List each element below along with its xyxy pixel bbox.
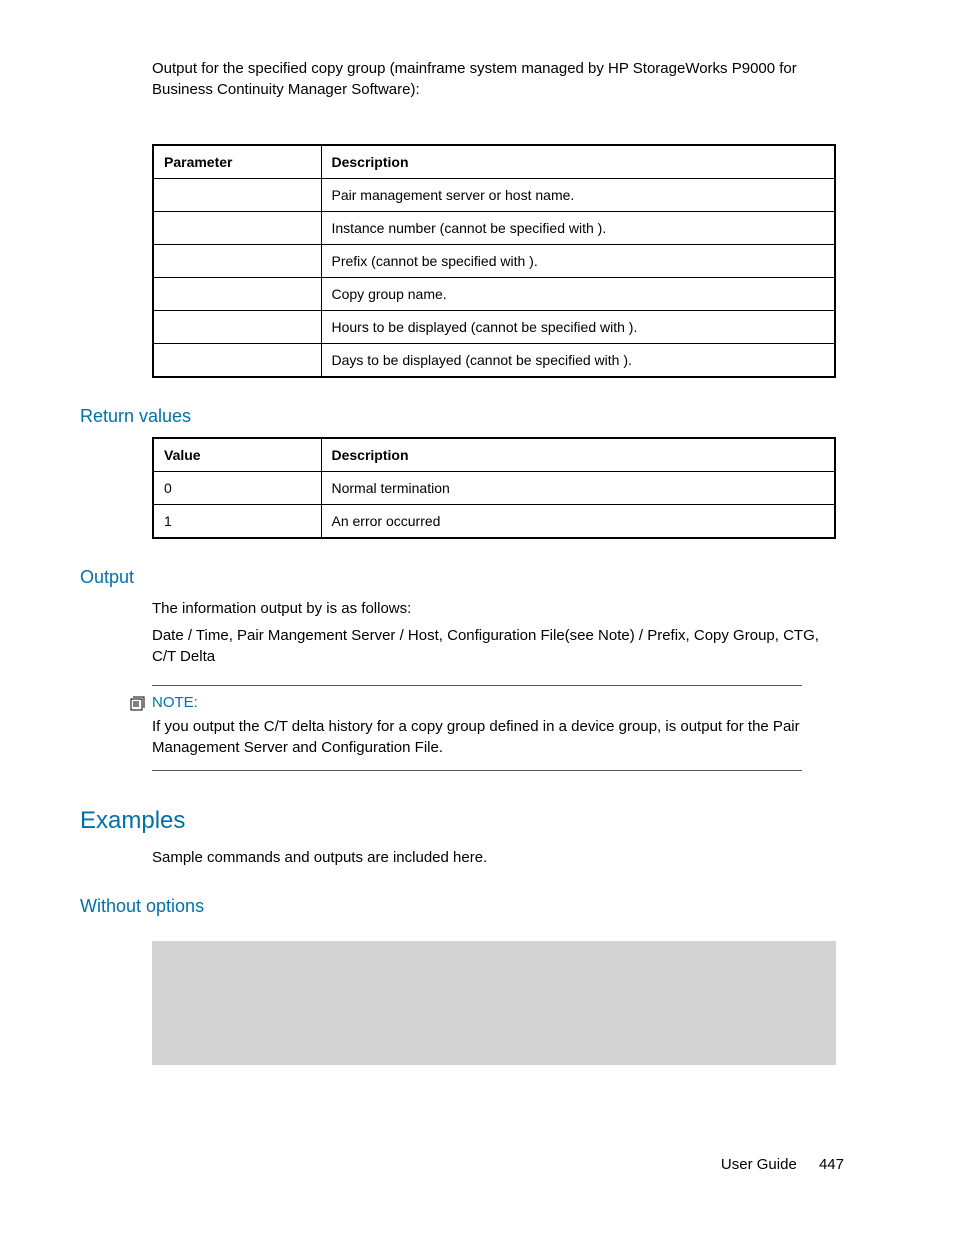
cell-description: Hours to be displayed (cannot be specifi… [321, 311, 835, 344]
table-row: Instance number (cannot be specified wit… [153, 212, 835, 245]
cell-description: Prefix (cannot be specified with ). [321, 245, 835, 278]
cell-parameter [153, 212, 321, 245]
footer-label: User Guide [721, 1156, 797, 1173]
page-footer: User Guide 447 [721, 1156, 844, 1173]
table-header-row: Parameter Description [153, 145, 835, 179]
without-options-heading: Without options [80, 896, 844, 917]
note-text: If you output the C/T delta history for … [152, 716, 802, 758]
note-block: NOTE: If you output the C/T delta histor… [152, 685, 802, 771]
table-row: Days to be displayed (cannot be specifie… [153, 344, 835, 378]
output-heading: Output [80, 567, 844, 588]
note-header: NOTE: [130, 694, 802, 712]
code-sample-placeholder [152, 941, 836, 1065]
table-row: Copy group name. [153, 278, 835, 311]
return-values-heading: Return values [80, 406, 844, 427]
cell-parameter [153, 278, 321, 311]
examples-heading: Examples [80, 807, 844, 835]
output-paragraph-1: The information output by is as follows: [152, 598, 844, 619]
cell-description: Normal termination [321, 472, 835, 505]
table-header-description: Description [321, 438, 835, 472]
table-row: 0 Normal termination [153, 472, 835, 505]
examples-paragraph: Sample commands and outputs are included… [152, 847, 844, 868]
note-icon [130, 696, 146, 712]
cell-parameter [153, 344, 321, 378]
cell-description: Days to be displayed (cannot be specifie… [321, 344, 835, 378]
cell-value: 0 [153, 472, 321, 505]
table-header-value: Value [153, 438, 321, 472]
cell-description: Pair management server or host name. [321, 179, 835, 212]
cell-parameter [153, 179, 321, 212]
parameter-table: Parameter Description Pair management se… [152, 144, 836, 378]
cell-description: Instance number (cannot be specified wit… [321, 212, 835, 245]
table-header-parameter: Parameter [153, 145, 321, 179]
cell-description: An error occurred [321, 505, 835, 539]
table-row: Pair management server or host name. [153, 179, 835, 212]
table-row: Prefix (cannot be specified with ). [153, 245, 835, 278]
note-label: NOTE: [152, 694, 198, 711]
table-header-description: Description [321, 145, 835, 179]
table-header-row: Value Description [153, 438, 835, 472]
output-paragraph-2: Date / Time, Pair Mangement Server / Hos… [152, 625, 844, 667]
intro-paragraph: Output for the specified copy group (mai… [152, 58, 844, 100]
table-row: 1 An error occurred [153, 505, 835, 539]
cell-value: 1 [153, 505, 321, 539]
return-values-table: Value Description 0 Normal termination 1… [152, 437, 836, 539]
document-page: Output for the specified copy group (mai… [0, 0, 954, 1235]
cell-description: Copy group name. [321, 278, 835, 311]
table-row: Hours to be displayed (cannot be specifi… [153, 311, 835, 344]
cell-parameter [153, 245, 321, 278]
cell-parameter [153, 311, 321, 344]
divider [152, 770, 802, 771]
page-number: 447 [819, 1156, 844, 1173]
divider [152, 685, 802, 686]
